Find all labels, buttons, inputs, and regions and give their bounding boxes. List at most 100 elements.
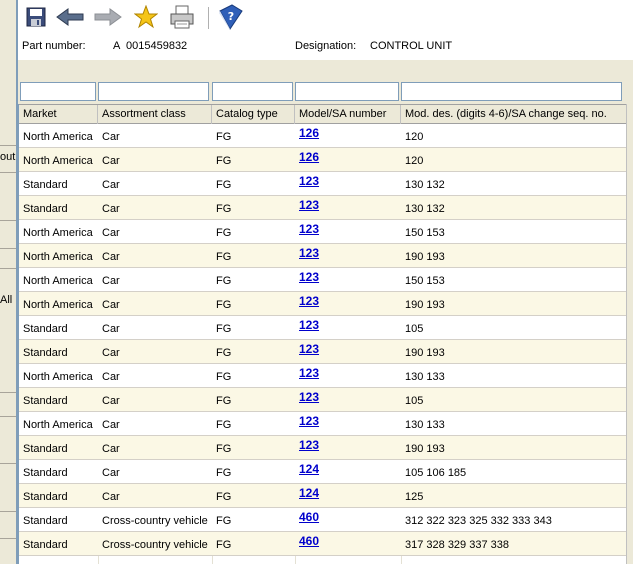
table-row[interactable]: Standard Cross-country vehicle FG 460 312 32… <box>19 508 627 532</box>
part-number-label: Part number: <box>22 40 86 52</box>
help-button[interactable]: ? <box>216 3 244 34</box>
cell-model-sa-number: 124 <box>295 484 401 508</box>
filter-catalog-input[interactable] <box>212 82 293 101</box>
model-number-link[interactable]: 123 <box>299 342 319 356</box>
table-row[interactable]: Standard Car FG 124 125 <box>19 484 627 508</box>
cell-assortment-class: Car <box>102 419 120 431</box>
model-number-link[interactable]: 123 <box>299 438 319 452</box>
table-row[interactable]: Standard Car FG 123 130 132 <box>19 172 627 196</box>
filter-model-input[interactable] <box>295 82 399 101</box>
cell-market: Standard <box>23 515 68 527</box>
model-number-link[interactable]: 460 <box>299 510 319 524</box>
model-number-link[interactable]: 123 <box>299 270 319 284</box>
cell-mod-des: 150 153 <box>405 275 445 287</box>
table-row[interactable]: North America Car FG 126 120 <box>19 148 627 172</box>
cell-catalog-type: FG <box>216 323 232 335</box>
cell-catalog-type: FG <box>216 347 232 359</box>
model-number-link[interactable]: 124 <box>299 462 319 476</box>
svg-text:?: ? <box>228 10 234 23</box>
cell-market: North America <box>23 131 93 143</box>
cell-mod-des: 120 <box>405 155 424 167</box>
model-number-link[interactable]: 123 <box>299 222 319 236</box>
column-header-assortment-class[interactable]: Assortment class <box>98 105 212 124</box>
table-row[interactable]: Standard Cross-country vehicle FG 460 317 32… <box>19 532 627 556</box>
designation-label: Designation: <box>295 40 357 52</box>
table-row[interactable]: Standard Car FG 123 190 193 <box>19 340 627 364</box>
results-table: Market Assortment class Catalog type Mod… <box>18 104 627 564</box>
table-row[interactable]: Standard Car FG 123 105 <box>19 316 627 340</box>
model-number-link[interactable]: 123 <box>299 294 319 308</box>
filter-moddes-input[interactable] <box>401 82 622 101</box>
cell-model-sa-number: 123 <box>295 220 401 244</box>
cell-market: North America <box>23 155 93 167</box>
cell-mod-des: 130 132 <box>405 179 445 191</box>
column-header-catalog-type[interactable]: Catalog type <box>212 105 295 124</box>
table-row[interactable]: Standard Car FG 123 130 132 <box>19 196 627 220</box>
cell-assortment-class: Car <box>102 179 120 191</box>
cell-assortment-class: Car <box>102 203 120 215</box>
forward-button[interactable] <box>94 4 122 32</box>
cell-assortment-class: Cross-country vehicle <box>102 539 208 551</box>
model-number-link[interactable]: 123 <box>299 318 319 332</box>
cell-mod-des: 130 132 <box>405 203 445 215</box>
model-number-link[interactable]: 124 <box>299 486 319 500</box>
model-number-link[interactable]: 123 <box>299 414 319 428</box>
cell-market: Standard <box>23 347 68 359</box>
table-row[interactable]: North America Car FG 126 120 <box>19 124 627 148</box>
cell-assortment-class: Cross-country vehicle <box>102 515 208 527</box>
cell-model-sa-number: 123 <box>295 388 401 412</box>
cell-market: North America <box>23 251 93 263</box>
cell-catalog-type: FG <box>216 203 232 215</box>
cell-mod-des: 105 <box>405 323 424 335</box>
filter-assortment-input[interactable] <box>98 82 209 101</box>
table-row[interactable]: North America Car FG 123 190 193 <box>19 292 627 316</box>
cell-assortment-class: Car <box>102 467 120 479</box>
model-number-link[interactable]: 123 <box>299 174 319 188</box>
help-book-icon: ? <box>216 3 244 34</box>
table-row[interactable]: North America Car FG 123 130 133 <box>19 364 627 388</box>
cell-catalog-type: FG <box>216 179 232 191</box>
part-number-prefix: A <box>113 40 121 52</box>
print-button[interactable] <box>168 4 196 32</box>
cell-market: Standard <box>23 491 68 503</box>
table-row[interactable]: Standard Car FG 123 190 193 <box>19 436 627 460</box>
model-number-link[interactable]: 123 <box>299 366 319 380</box>
filter-market-input[interactable] <box>20 82 96 101</box>
table-row[interactable]: North America Car FG 123 150 153 <box>19 268 627 292</box>
background-window-text: All <box>0 294 13 306</box>
cell-assortment-class: Car <box>102 275 120 287</box>
favorites-button[interactable] <box>132 4 160 32</box>
column-header-market[interactable]: Market <box>19 105 98 124</box>
cell-assortment-class: Car <box>102 371 120 383</box>
model-number-link[interactable]: 123 <box>299 198 319 212</box>
cell-market: Standard <box>23 539 68 551</box>
model-number-link[interactable]: 126 <box>299 150 319 164</box>
model-number-link[interactable]: 123 <box>299 390 319 404</box>
table-row[interactable]: North America Car FG 123 150 153 <box>19 220 627 244</box>
table-row[interactable]: North America Car FG 123 130 133 <box>19 412 627 436</box>
cell-market: Standard <box>23 203 68 215</box>
table-row[interactable]: Standard Car FG 124 105 106 185 <box>19 460 627 484</box>
cell-market: Standard <box>23 323 68 335</box>
cell-model-sa-number: 123 <box>295 292 401 316</box>
cell-mod-des: 317 328 329 337 338 <box>405 539 509 551</box>
cell-market: Standard <box>23 467 68 479</box>
save-icon <box>25 6 47 31</box>
table-row[interactable]: Standard Car FG 123 105 <box>19 388 627 412</box>
column-header-mod-des[interactable]: Mod. des. (digits 4-6)/SA change seq. no… <box>401 105 627 124</box>
column-header-model-sa-number[interactable]: Model/SA number <box>295 105 401 124</box>
vertical-scrollbar[interactable] <box>626 104 633 564</box>
table-row[interactable]: North America Car FG 123 190 193 <box>19 244 627 268</box>
model-number-link[interactable]: 123 <box>299 246 319 260</box>
cell-model-sa-number: 123 <box>295 364 401 388</box>
cell-mod-des: 190 193 <box>405 347 445 359</box>
cell-model-sa-number: 460 <box>295 508 401 532</box>
cell-assortment-class: Car <box>102 323 120 335</box>
save-button[interactable] <box>22 4 50 32</box>
back-button[interactable] <box>56 4 84 32</box>
cell-mod-des: 190 193 <box>405 299 445 311</box>
cell-assortment-class: Car <box>102 251 120 263</box>
model-number-link[interactable]: 126 <box>299 126 319 140</box>
model-number-link[interactable]: 460 <box>299 534 319 548</box>
cell-catalog-type: FG <box>216 443 232 455</box>
